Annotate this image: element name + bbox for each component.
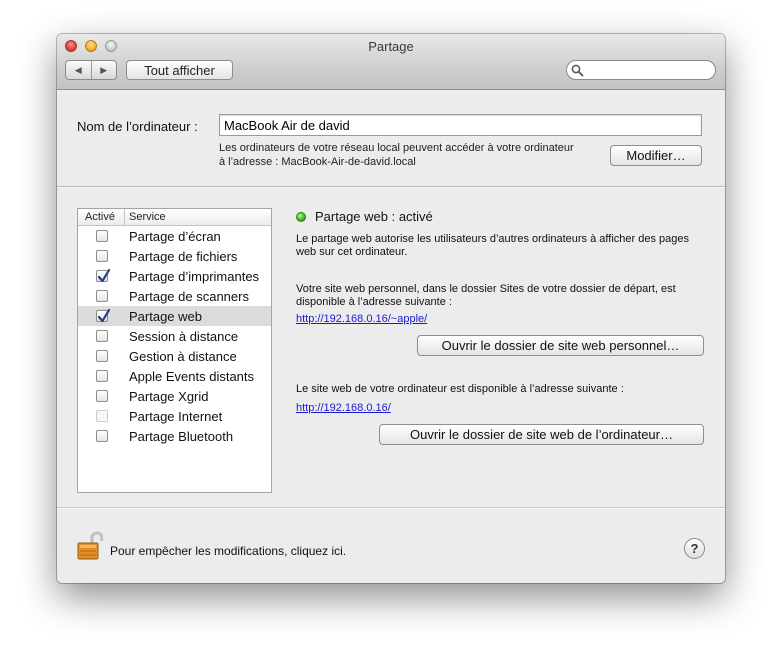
search-icon	[571, 64, 584, 77]
title-bar: Partage ◀ ▶ Tout afficher	[57, 34, 725, 90]
computer-site-link[interactable]: http://192.168.0.16/	[296, 402, 391, 414]
service-label: Partage Internet	[129, 408, 223, 424]
service-checkbox[interactable]	[95, 390, 108, 402]
service-checkbox-cell	[78, 290, 125, 302]
open-computer-site-folder-button[interactable]: Ouvrir le dossier de site web de l’ordin…	[379, 424, 704, 445]
computer-site-text: Le site web de votre ordinateur est disp…	[296, 383, 624, 395]
service-checkbox-cell	[78, 250, 125, 262]
lock-message[interactable]: Pour empêcher les modifications, cliquez…	[110, 544, 346, 558]
service-checkbox[interactable]	[95, 308, 110, 323]
service-checkbox-cell	[78, 370, 125, 382]
service-checkbox-cell	[78, 230, 125, 242]
service-checkbox-cell	[78, 430, 125, 442]
service-row[interactable]: Partage de fichiers	[78, 246, 271, 266]
service-label: Partage web	[129, 308, 202, 324]
service-checkbox[interactable]	[95, 230, 108, 242]
service-label: Apple Events distants	[129, 368, 255, 384]
back-forward-control: ◀ ▶	[65, 60, 117, 80]
checkmark-icon	[97, 308, 110, 323]
checkmark-icon	[97, 268, 110, 283]
computer-name-label: Nom de l’ordinateur :	[77, 119, 198, 134]
computer-name-field[interactable]: MacBook Air de david	[219, 114, 702, 136]
service-checkbox[interactable]	[95, 350, 108, 362]
service-label: Partage de fichiers	[129, 248, 238, 264]
service-checkbox[interactable]	[95, 370, 108, 382]
service-label: Partage de scanners	[129, 288, 249, 304]
window-title: Partage	[368, 39, 414, 54]
show-all-button[interactable]: Tout afficher	[126, 60, 233, 80]
search-field[interactable]	[566, 60, 716, 80]
service-checkbox-cell	[78, 410, 125, 422]
service-checkbox[interactable]	[95, 250, 108, 262]
service-label: Partage Bluetooth	[129, 428, 234, 444]
forward-button[interactable]: ▶	[90, 61, 117, 79]
service-row[interactable]: Gestion à distance	[78, 346, 271, 366]
modify-button[interactable]: Modifier…	[610, 145, 702, 166]
service-label: Partage d’écran	[129, 228, 221, 244]
service-checkbox	[95, 410, 108, 422]
services-list: Activé Service Partage d’écran Partage de…	[77, 208, 272, 493]
column-header-active[interactable]: Activé	[78, 209, 125, 225]
service-checkbox[interactable]	[95, 330, 108, 342]
help-button[interactable]: ?	[684, 538, 705, 559]
service-label: Partage Xgrid	[129, 388, 209, 404]
status-indicator-icon	[296, 212, 306, 222]
column-header-service[interactable]: Service	[125, 209, 166, 225]
service-row[interactable]: Partage d’imprimantes	[78, 266, 271, 286]
computer-name-section	[57, 90, 725, 187]
unlocked-padlock-icon[interactable]	[77, 531, 104, 566]
service-row[interactable]: Partage de scanners	[78, 286, 271, 306]
service-row[interactable]: Partage web	[78, 306, 271, 326]
service-row[interactable]: Partage Xgrid	[78, 386, 271, 406]
service-description: Le partage web autorise les utilisateurs…	[296, 233, 689, 258]
service-checkbox-cell	[78, 350, 125, 362]
back-button[interactable]: ◀	[66, 61, 91, 79]
service-row[interactable]: Partage Internet	[78, 406, 271, 426]
service-checkbox[interactable]	[95, 430, 108, 442]
service-checkbox-cell	[78, 308, 125, 323]
service-checkbox-cell	[78, 330, 125, 342]
service-checkbox-cell	[78, 390, 125, 402]
service-checkbox-cell	[78, 268, 125, 283]
personal-site-link[interactable]: http://192.168.0.16/~apple/	[296, 313, 427, 325]
footer-divider-highlight	[57, 508, 725, 509]
services-list-header: Activé Service	[78, 209, 271, 226]
service-row[interactable]: Apple Events distants	[78, 366, 271, 386]
sharing-preferences-window: Partage ◀ ▶ Tout afficher Nom de l’ordin…	[57, 34, 725, 583]
service-status: Partage web : activé	[315, 209, 433, 224]
personal-site-text: Votre site web personnel, dans le dossie…	[296, 283, 676, 308]
service-row[interactable]: Partage d’écran	[78, 226, 271, 246]
service-label: Partage d’imprimantes	[129, 268, 260, 284]
service-checkbox[interactable]	[95, 268, 110, 283]
service-checkbox[interactable]	[95, 290, 108, 302]
service-row[interactable]: Partage Bluetooth	[78, 426, 271, 446]
service-label: Gestion à distance	[129, 348, 237, 364]
section-divider	[57, 187, 725, 188]
local-address-note: Les ordinateurs de votre réseau local pe…	[219, 142, 574, 168]
service-row[interactable]: Session à distance	[78, 326, 271, 346]
service-label: Session à distance	[129, 328, 239, 344]
open-personal-site-folder-button[interactable]: Ouvrir le dossier de site web personnel…	[417, 335, 704, 356]
